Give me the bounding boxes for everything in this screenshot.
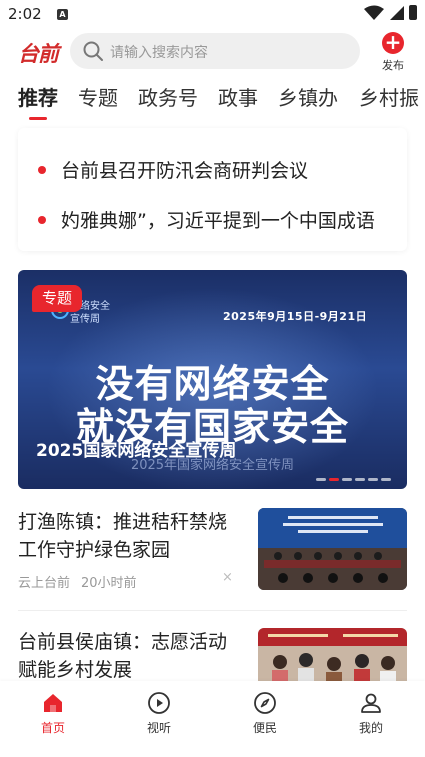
user-icon <box>361 693 381 713</box>
banner-logo-line2: 宣传周 <box>70 314 100 325</box>
topic-banner[interactable]: 网络安全 宣传周 2025年9月15日-9月21日 没有网络安全 就没有国家安全… <box>18 270 407 489</box>
headline-card: 台前县召开防汛会商研判会议 妁雅典娜”，习近平提到一个中国成语 <box>18 128 407 251</box>
active-tab-indicator <box>29 117 47 120</box>
nav-label: 便民 <box>252 721 277 735</box>
headline-text: 妁雅典娜”，习近平提到一个中国成语 <box>61 210 375 232</box>
nav-media[interactable]: 视听 <box>129 691 189 736</box>
news-thumbnail <box>258 508 407 590</box>
app-logo: 台前 <box>18 41 59 66</box>
search-input[interactable]: 请输入搜索内容 <box>70 33 360 69</box>
status-time: 2:02 <box>8 5 42 23</box>
publish-button[interactable]: + 发布 <box>375 31 411 73</box>
home-icon <box>44 694 62 712</box>
bullet-dot-icon <box>38 216 46 224</box>
news-time: 20小时前 <box>81 576 137 591</box>
banner-date: 2025年9月15日-9月21日 <box>223 310 368 323</box>
nav-label: 首页 <box>40 721 65 735</box>
nav-label: 我的 <box>358 721 383 735</box>
bullet-dot-icon <box>38 166 46 174</box>
notification-icon: A <box>57 9 68 20</box>
category-tabs: 推荐 专题 政务号 政事 乡镇办 乡村振 <box>0 80 425 114</box>
news-item[interactable]: 打渔陈镇：推进秸秆禁烧工作守护绿色家园 云上台前 20小时前 × <box>18 508 407 598</box>
headline-item[interactable]: 台前县召开防汛会商研判会议 <box>18 148 407 188</box>
carousel-dot <box>381 478 391 481</box>
tab-politics[interactable]: 政事 <box>218 82 258 111</box>
wifi-icon <box>364 5 384 20</box>
nav-profile[interactable]: 我的 <box>341 691 401 736</box>
tab-recommend[interactable]: 推荐 <box>18 82 58 111</box>
compass-icon <box>254 692 276 714</box>
banner-caption: 2025国家网络安全宣传周 <box>36 441 237 461</box>
tab-topics[interactable]: 专题 <box>78 82 118 111</box>
battery-icon <box>409 5 417 20</box>
bottom-nav: 首页 视听 便民 我的 <box>0 681 425 757</box>
list-divider <box>18 610 407 611</box>
publish-label: 发布 <box>382 59 404 72</box>
search-icon <box>83 41 103 61</box>
carousel-dot <box>368 478 378 481</box>
nav-services[interactable]: 便民 <box>235 691 295 736</box>
headline-text: 台前县召开防汛会商研判会议 <box>61 160 309 182</box>
tab-gov-accounts[interactable]: 政务号 <box>138 82 198 111</box>
carousel-dot <box>316 478 326 481</box>
signal-icon <box>390 6 404 20</box>
tab-townships[interactable]: 乡镇办 <box>278 82 338 111</box>
carousel-dot <box>342 478 352 481</box>
carousel-dot <box>329 478 339 481</box>
close-icon[interactable]: × <box>222 570 233 585</box>
nav-label: 视听 <box>146 721 171 735</box>
search-placeholder: 请输入搜索内容 <box>110 45 208 61</box>
news-title: 台前县侯庙镇：志愿活动赋能乡村发展 <box>18 631 228 681</box>
tab-rural[interactable]: 乡村振 <box>359 82 419 111</box>
news-title: 打渔陈镇：推进秸秆禁烧工作守护绿色家园 <box>18 511 228 561</box>
headline-item[interactable]: 妁雅典娜”，习近平提到一个中国成语 <box>18 198 407 238</box>
play-circle-icon <box>148 692 170 714</box>
nav-home[interactable]: 首页 <box>23 691 83 736</box>
topic-badge: 专题 <box>32 285 83 312</box>
news-source: 云上台前 <box>18 576 71 591</box>
status-bar: 2:02 A <box>0 0 425 30</box>
carousel-dot <box>355 478 365 481</box>
plus-icon: + <box>382 32 404 54</box>
